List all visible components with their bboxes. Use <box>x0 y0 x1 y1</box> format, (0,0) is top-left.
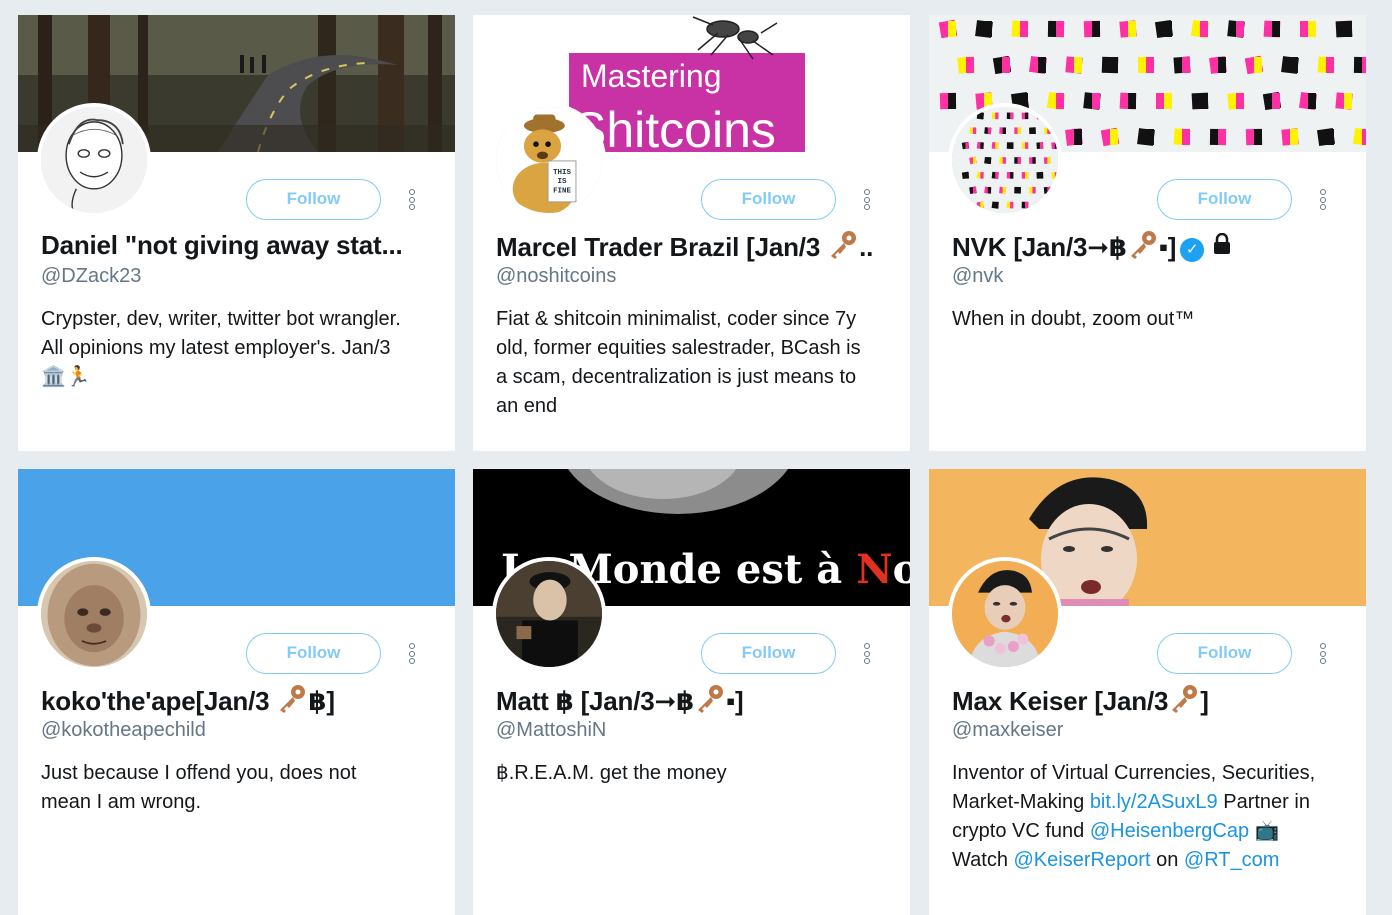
profile-bio: When in doubt, zoom out™ <box>952 308 1195 330</box>
follow-button[interactable]: Follow <box>1157 633 1292 674</box>
profile-handle[interactable]: @MattoshiN <box>496 719 606 742</box>
key-icon <box>694 684 726 721</box>
profile-card[interactable]: Mastering Shitcoins THIS IS FINE Follow … <box>473 15 910 451</box>
profile-bio: Fiat & shitcoin minimalist, coder since … <box>496 308 861 417</box>
key-icon <box>276 684 308 721</box>
profile-name[interactable]: NVK [Jan/3➞฿ ▪] ✓ <box>952 230 1347 267</box>
more-options-icon[interactable] <box>1317 189 1329 213</box>
profile-name[interactable]: Daniel "not giving away stat... <box>41 230 436 261</box>
avatar[interactable] <box>948 557 1062 671</box>
profile-handle[interactable]: @noshitcoins <box>496 265 616 288</box>
svg-text:IS: IS <box>558 178 567 186</box>
profile-name[interactable]: Max Keiser [Jan/3] <box>952 684 1347 721</box>
profile-card[interactable]: Follow NVK [Jan/3➞฿ ▪] ✓ @nvk When in doub… <box>929 15 1366 451</box>
bio-mention-link[interactable]: @KeiserReport <box>1014 849 1151 871</box>
profile-name[interactable]: Matt ฿ [Jan/3➞฿ ▪] <box>496 684 891 721</box>
profile-name[interactable]: Marcel Trader Brazil [Jan/3 .. <box>496 230 891 267</box>
follow-button[interactable]: Follow <box>701 179 836 220</box>
profile-handle[interactable]: @kokotheapechild <box>41 719 206 742</box>
follow-button[interactable]: Follow <box>246 179 381 220</box>
more-options-icon[interactable] <box>406 189 418 213</box>
bio-mention-link[interactable]: @RT_com <box>1184 849 1280 871</box>
avatar[interactable] <box>37 103 151 217</box>
profile-card[interactable]: Follow Max Keiser [Jan/3] @maxkeiser Inv… <box>929 469 1366 915</box>
banner-title: Mastering <box>581 58 722 94</box>
avatar[interactable] <box>492 557 606 671</box>
profile-bio: Crypster, dev, writer, twitter bot wrang… <box>41 308 401 388</box>
avatar[interactable] <box>948 103 1062 217</box>
more-options-icon[interactable] <box>861 189 873 213</box>
more-options-icon[interactable] <box>1317 643 1329 667</box>
key-icon <box>1168 684 1200 721</box>
svg-text:FINE: FINE <box>553 188 571 196</box>
profile-card[interactable]: Follow Daniel "not giving away stat... @… <box>18 15 455 451</box>
bio-link[interactable]: bit.ly/2ASuxL9 <box>1090 791 1218 813</box>
more-options-icon[interactable] <box>861 643 873 667</box>
profile-name[interactable]: koko'the'ape[Jan/3 ฿] <box>41 684 436 721</box>
verified-badge-icon: ✓ <box>1180 238 1205 262</box>
profile-bio: ฿.R.E.A.M. get the money <box>496 762 727 784</box>
follow-button[interactable]: Follow <box>701 633 836 674</box>
follow-button[interactable]: Follow <box>1157 179 1292 220</box>
profile-card[interactable]: Follow koko'the'ape[Jan/3 ฿] @kokotheape… <box>18 469 455 915</box>
key-icon <box>827 230 859 267</box>
key-icon <box>1127 230 1159 267</box>
profile-bio: Just because I offend you, does not mean… <box>41 762 357 813</box>
lock-icon <box>1212 231 1232 262</box>
profile-handle[interactable]: @DZack23 <box>41 265 141 288</box>
svg-text:THIS: THIS <box>553 169 571 177</box>
more-options-icon[interactable] <box>406 643 418 667</box>
profile-card[interactable]: Le Monde est à Nous Follow Matt ฿ [Jan/3… <box>473 469 910 915</box>
bio-mention-link[interactable]: @HeisenbergCap <box>1090 820 1249 842</box>
avatar[interactable] <box>37 557 151 671</box>
profile-handle[interactable]: @nvk <box>952 265 1003 288</box>
follow-button[interactable]: Follow <box>246 633 381 674</box>
profile-bio: Inventor of Virtual Currencies, Securiti… <box>952 762 1316 871</box>
avatar[interactable]: THIS IS FINE <box>492 103 606 217</box>
profile-handle[interactable]: @maxkeiser <box>952 719 1063 742</box>
